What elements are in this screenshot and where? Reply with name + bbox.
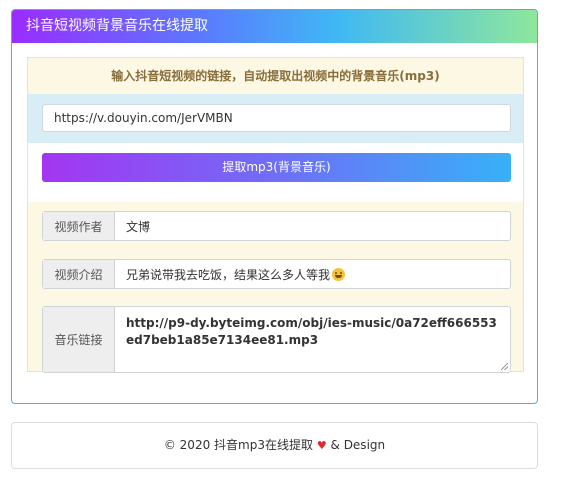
author-label: 视频作者: [43, 212, 115, 240]
video-url-input[interactable]: https://v.douyin.com/JerVMBN: [42, 104, 511, 132]
extract-form: 输入抖音短视频的链接，自动提取出视频中的背景音乐(mp3) https://v.…: [27, 57, 524, 373]
laughing-emoji-icon: [332, 267, 346, 281]
description-group: 视频介绍 兄弟说带我去吃饭，结果这么多人等我: [42, 259, 511, 289]
url-row: https://v.douyin.com/JerVMBN: [28, 94, 523, 143]
author-group: 视频作者 文博: [42, 211, 511, 241]
music-link-group: 音乐链接 http://p9-dy.byteimg.com/obj/ies-mu…: [42, 306, 511, 373]
author-value: 文博: [126, 219, 151, 234]
extract-mp3-button[interactable]: 提取mp3(背景音乐): [42, 153, 511, 182]
design-text: & Design: [330, 438, 386, 452]
music-link-label: 音乐链接: [43, 307, 115, 372]
main-panel: 抖音短视频背景音乐在线提取 输入抖音短视频的链接，自动提取出视频中的背景音乐(m…: [11, 9, 538, 404]
heart-icon: ♥: [316, 439, 327, 452]
button-row: 提取mp3(背景音乐): [28, 143, 523, 202]
description-field[interactable]: 兄弟说带我去吃饭，结果这么多人等我: [115, 260, 510, 288]
panel-title: 抖音短视频背景音乐在线提取: [12, 10, 537, 43]
resize-handle-icon[interactable]: [501, 363, 508, 370]
author-field[interactable]: 文博: [115, 212, 510, 240]
description-label: 视频介绍: [43, 260, 115, 288]
music-link-textarea[interactable]: http://p9-dy.byteimg.com/obj/ies-music/0…: [115, 307, 510, 372]
description-value: 兄弟说带我去吃饭，结果这么多人等我: [126, 267, 331, 282]
music-link-value: http://p9-dy.byteimg.com/obj/ies-music/0…: [126, 316, 497, 347]
copyright-text: © 2020 抖音mp3在线提取: [163, 438, 313, 452]
footer: © 2020 抖音mp3在线提取 ♥ & Design: [11, 422, 538, 469]
intro-text: 输入抖音短视频的链接，自动提取出视频中的背景音乐(mp3): [111, 69, 440, 83]
